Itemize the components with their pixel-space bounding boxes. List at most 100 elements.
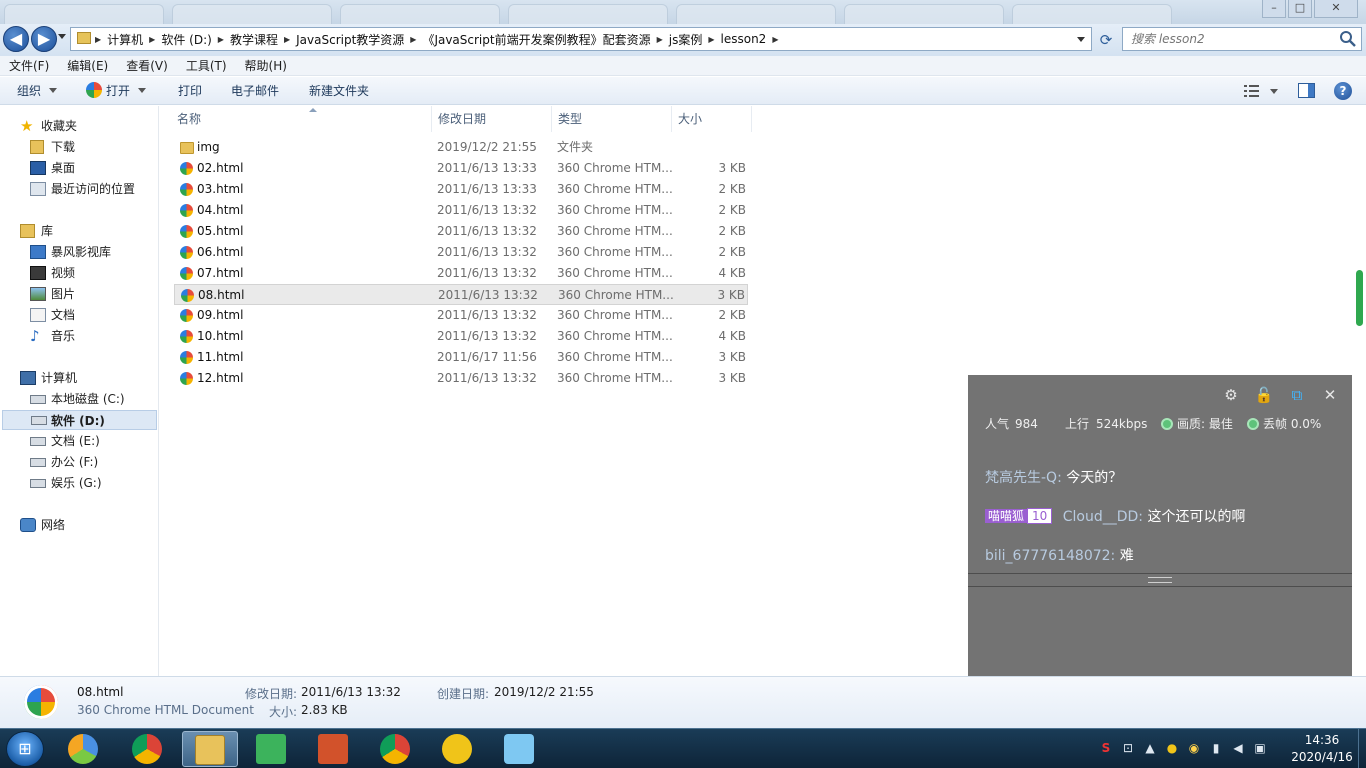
chat-username[interactable]: 梵高先生-Q: [985, 470, 1062, 486]
grip-icon [1148, 577, 1172, 583]
menu-view[interactable]: 查看(V) [117, 56, 177, 75]
qq-icon[interactable]: ◉ [1186, 740, 1202, 756]
settings-gear-icon[interactable]: ⚙ [1221, 385, 1241, 405]
refresh-icon: ⟳ [1099, 31, 1113, 49]
network-status-icon[interactable]: ▣ [1252, 740, 1268, 756]
file-row[interactable]: 04.html 2011/6/13 13:32 360 Chrome HTM..… [174, 200, 748, 221]
taskbar-chrome-2[interactable] [368, 731, 424, 767]
address-bar[interactable]: ▶ 计算机 ▶ 软件 (D:) ▶ 教学课程 ▶ JavaScript教学资源 ▶ 《JavaSc… [70, 27, 1092, 51]
address-row: ◀ ▶ ▶ 计算机 ▶ 软件 (D:) ▶ 教学课程 ▶ JavaScript教学资源 ▶ 《Ja… [0, 24, 1366, 56]
menu-file[interactable]: 文件(F) [0, 56, 58, 75]
browser-tab[interactable] [676, 4, 836, 24]
nav-drive-d[interactable]: 软件 (D:) [2, 410, 157, 430]
column-header-size[interactable]: 大小 [672, 106, 752, 132]
popout-icon[interactable]: ⧉ [1287, 385, 1307, 405]
start-button[interactable]: ⊞ [6, 731, 44, 767]
file-row[interactable]: 05.html 2011/6/13 13:32 360 Chrome HTM..… [174, 221, 748, 242]
column-header-date[interactable]: 修改日期 [432, 106, 552, 132]
unlock-icon[interactable]: 🔓 [1254, 385, 1274, 405]
file-row[interactable]: 06.html 2011/6/13 13:32 360 Chrome HTM..… [174, 242, 748, 263]
file-row[interactable]: 12.html 2011/6/13 13:32 360 Chrome HTM..… [174, 368, 748, 389]
file-row[interactable]: 11.html 2011/6/17 11:56 360 Chrome HTM..… [174, 347, 748, 368]
browser-tab[interactable] [844, 4, 1004, 24]
browser-tab[interactable] [508, 4, 668, 24]
organize-button[interactable]: 组织 [17, 77, 58, 105]
breadcrumb-item[interactable]: JavaScript教学资源 [290, 31, 410, 48]
detail-size-label: 大小: [269, 705, 298, 719]
menu-edit[interactable]: 编辑(E) [58, 56, 117, 75]
breadcrumb-item[interactable]: 《JavaScript前端开发案例教程》配套资源 [416, 31, 656, 48]
file-row[interactable]: 03.html 2011/6/13 13:33 360 Chrome HTM..… [174, 179, 748, 200]
print-button[interactable]: 打印 [178, 77, 202, 105]
taskbar-hbuilder[interactable] [244, 731, 300, 767]
file-row[interactable]: 02.html 2011/6/13 13:33 360 Chrome HTM..… [174, 158, 748, 179]
clock-date[interactable]: 2020/4/16 [1284, 750, 1360, 764]
close-window-button[interactable]: ✕ [1314, 0, 1358, 18]
email-button[interactable]: 电子邮件 [231, 77, 279, 105]
browser-tab[interactable] [4, 4, 164, 24]
sogou-input-icon[interactable]: S [1098, 740, 1114, 756]
browser-tab[interactable] [340, 4, 500, 24]
file-size: 4 KB [718, 266, 746, 280]
search-input[interactable] [1123, 28, 1333, 50]
view-options-icon[interactable] [1244, 84, 1260, 98]
search-box[interactable] [1122, 27, 1362, 51]
detail-created-label: 创建日期: [437, 687, 490, 701]
chrome-icon [132, 734, 162, 764]
breadcrumb-item[interactable]: js案例 [663, 31, 709, 48]
breadcrumb-item[interactable]: 教学课程 [224, 31, 284, 48]
breadcrumb-separator-icon[interactable]: ▶ [772, 35, 778, 44]
chevron-down-icon[interactable] [1270, 89, 1278, 94]
tray-app-icon[interactable]: ● [1164, 740, 1180, 756]
file-row-img[interactable]: img 2019/12/2 21:55 文件夹 [174, 137, 748, 158]
file-row[interactable]: 10.html 2011/6/13 13:32 360 Chrome HTM..… [174, 326, 748, 347]
new-folder-button[interactable]: 新建文件夹 [309, 77, 369, 105]
taskbar-powerpoint[interactable] [306, 731, 362, 767]
taskbar-explorer[interactable] [182, 731, 238, 767]
search-icon[interactable] [1339, 30, 1357, 48]
menu-help[interactable]: 帮助(H) [236, 56, 296, 75]
taskbar-app-1[interactable] [56, 731, 112, 767]
file-row[interactable]: 09.html 2011/6/13 13:32 360 Chrome HTM..… [174, 305, 748, 326]
file-row[interactable]: 07.html 2011/6/13 13:32 360 Chrome HTM..… [174, 263, 748, 284]
show-hidden-icons[interactable]: ▲ [1142, 740, 1158, 756]
close-panel-button[interactable]: ✕ [1320, 385, 1340, 405]
html-file-icon [180, 351, 193, 364]
back-button[interactable]: ◀ [3, 26, 29, 52]
recent-pages-dropdown[interactable] [58, 34, 66, 39]
forward-button[interactable]: ▶ [31, 26, 57, 52]
address-history-dropdown[interactable] [1077, 37, 1085, 42]
chat-message: 喵喵狐 10 Cloud__DD: 这个还可以的啊 [985, 506, 1245, 526]
breadcrumb-item[interactable]: lesson2 [715, 32, 773, 46]
breadcrumb-item[interactable]: 软件 (D:) [155, 31, 217, 48]
help-icon[interactable]: ? [1334, 82, 1352, 100]
battery-icon[interactable]: ▮ [1208, 740, 1224, 756]
minimize-button[interactable]: – [1262, 0, 1286, 18]
volume-icon[interactable]: ◀ [1230, 740, 1246, 756]
show-desktop-button[interactable] [1358, 729, 1366, 768]
column-header-name[interactable]: 名称 [171, 106, 432, 132]
clock-time[interactable]: 14:36 [1292, 733, 1352, 747]
browser-tab[interactable] [172, 4, 332, 24]
chat-username[interactable]: bili_67776148072: [985, 548, 1115, 564]
maximize-button[interactable]: □ [1288, 0, 1312, 18]
file-row-selected[interactable]: 08.html 2011/6/13 13:32 360 Chrome HTM..… [174, 284, 748, 305]
breadcrumb-item[interactable]: 计算机 [101, 31, 149, 48]
menu-tools[interactable]: 工具(T) [177, 56, 236, 75]
chat-username[interactable]: Cloud__DD: [1063, 509, 1143, 525]
scroll-indicator[interactable] [1356, 270, 1363, 326]
column-header-type[interactable]: 类型 [552, 106, 672, 132]
open-button[interactable]: 打开 [86, 77, 147, 105]
file-date: 2011/6/13 13:32 [437, 224, 537, 238]
file-name: img [197, 140, 220, 154]
taskbar-js-app[interactable] [430, 731, 486, 767]
drive-icon [30, 395, 46, 404]
panel-resize-divider[interactable] [968, 573, 1352, 587]
taskbar-chrome[interactable] [120, 731, 176, 767]
browser-tab[interactable] [1012, 4, 1172, 24]
tray-icon[interactable]: ⊡ [1120, 740, 1136, 756]
close-icon: ✕ [1331, 1, 1341, 14]
taskbar-live-app[interactable] [492, 731, 548, 767]
refresh-button[interactable]: ⟳ [1095, 29, 1117, 51]
preview-pane-icon[interactable] [1298, 83, 1315, 98]
